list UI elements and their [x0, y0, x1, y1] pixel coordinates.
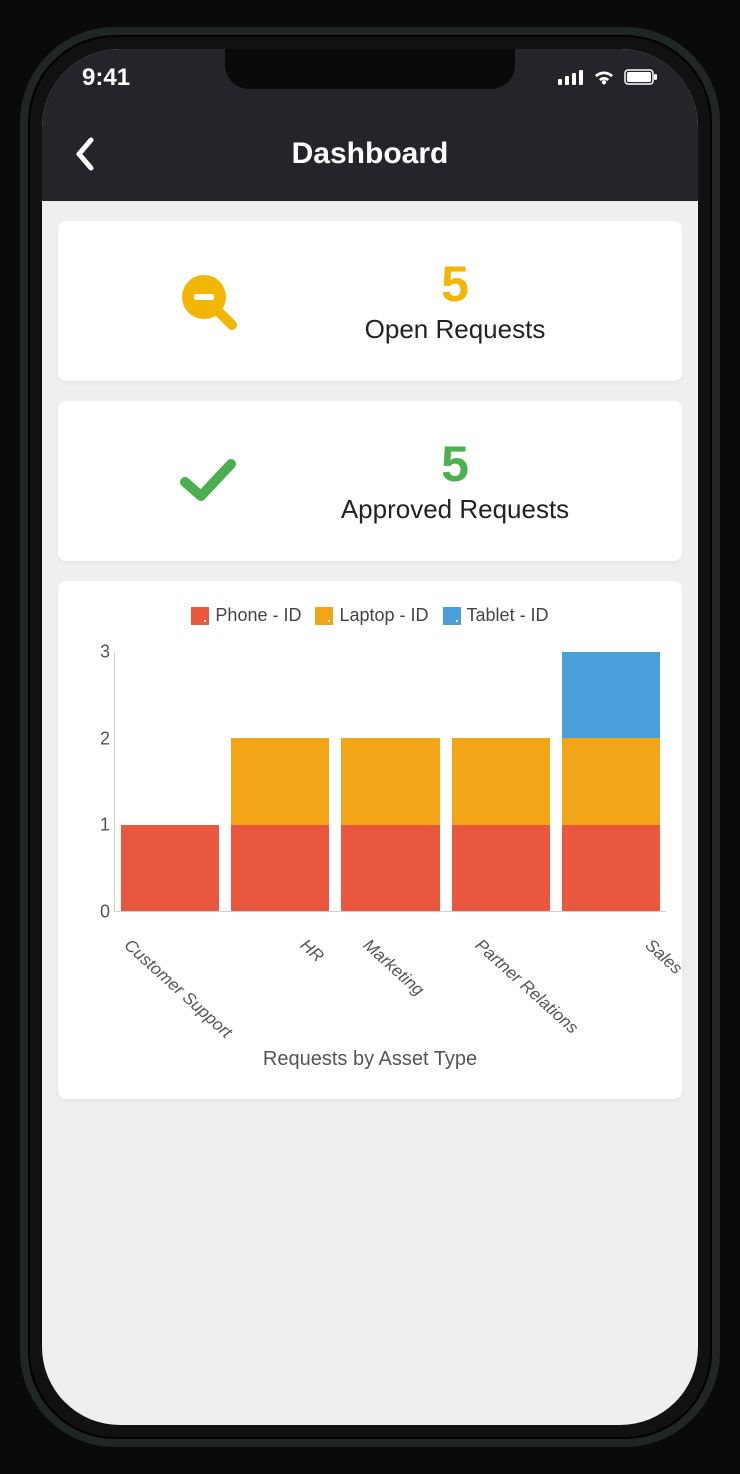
- chart-bar[interactable]: [231, 652, 329, 911]
- zoom-out-icon: [177, 270, 239, 332]
- chart-legend: Phone - ID Laptop - ID Tablet - ID: [74, 605, 666, 626]
- open-requests-label: Open Requests: [248, 314, 662, 345]
- chart-bar-segment: [452, 738, 550, 824]
- legend-item[interactable]: Laptop - ID: [315, 605, 428, 626]
- chart-x-label: Marketing: [339, 918, 427, 1000]
- battery-icon: [624, 64, 658, 92]
- open-requests-card[interactable]: 5 Open Requests: [58, 221, 682, 381]
- phone-notch: [225, 49, 515, 89]
- check-icon: [177, 456, 239, 506]
- legend-item[interactable]: Phone - ID: [191, 605, 301, 626]
- chart-bar-segment: [341, 738, 439, 824]
- approved-requests-card[interactable]: 5 Approved Requests: [58, 401, 682, 561]
- back-button[interactable]: [64, 134, 104, 174]
- chart-y-tick: 3: [74, 642, 110, 663]
- wifi-icon: [592, 64, 616, 92]
- phone-frame: 9:41 Dashboard: [20, 27, 720, 1447]
- chart-bar-segment: [452, 825, 550, 911]
- legend-swatch: [443, 607, 461, 625]
- chart-y-tick: 0: [74, 902, 110, 923]
- chart-card: Phone - ID Laptop - ID Tablet - ID 0 1 2 3 Cu…: [58, 581, 682, 1099]
- status-indicators: [558, 64, 658, 92]
- chart-x-label: Partner Relations: [452, 918, 582, 1038]
- chart-bar-segment: [562, 652, 660, 738]
- chart-bar[interactable]: [121, 652, 219, 911]
- page-title: Dashboard: [292, 137, 449, 171]
- legend-swatch: [191, 607, 209, 625]
- approved-requests-value: 5: [248, 437, 662, 492]
- legend-label: Laptop - ID: [339, 605, 428, 626]
- chart-bar[interactable]: [341, 652, 439, 911]
- open-requests-icon: [168, 270, 248, 332]
- cellular-icon: [558, 64, 584, 92]
- chart-x-label: HR: [277, 918, 328, 967]
- chart-bar[interactable]: [562, 652, 660, 911]
- approved-requests-icon: [168, 456, 248, 506]
- chart-plot-area: 0123: [74, 652, 666, 912]
- chart-x-labels: Customer SupportHRMarketingPartner Relat…: [74, 918, 666, 938]
- open-requests-value: 5: [248, 257, 662, 312]
- chart-y-tick: 1: [74, 815, 110, 836]
- legend-item[interactable]: Tablet - ID: [443, 605, 549, 626]
- legend-label: Phone - ID: [215, 605, 301, 626]
- chart-x-label: Sales: [621, 918, 685, 979]
- approved-requests-label: Approved Requests: [248, 494, 662, 525]
- chart-bar[interactable]: [452, 652, 550, 911]
- navbar: Dashboard: [42, 107, 698, 201]
- chart-y-tick: 2: [74, 728, 110, 749]
- chart-bar-segment: [341, 825, 439, 911]
- content: 5 Open Requests 5 Approved Requests P: [42, 201, 698, 1139]
- chart-bar-segment: [231, 738, 329, 824]
- chart-bar-segment: [231, 825, 329, 911]
- chart-bar-segment: [121, 825, 219, 911]
- status-time: 9:41: [82, 64, 130, 92]
- chevron-left-icon: [74, 137, 94, 171]
- legend-label: Tablet - ID: [467, 605, 549, 626]
- chart-bar-segment: [562, 738, 660, 824]
- chart-title: Requests by Asset Type: [74, 1048, 666, 1071]
- screen: 9:41 Dashboard: [42, 49, 698, 1425]
- legend-swatch: [315, 607, 333, 625]
- chart-bar-segment: [562, 825, 660, 911]
- chart-x-label: Customer Support: [101, 918, 236, 1043]
